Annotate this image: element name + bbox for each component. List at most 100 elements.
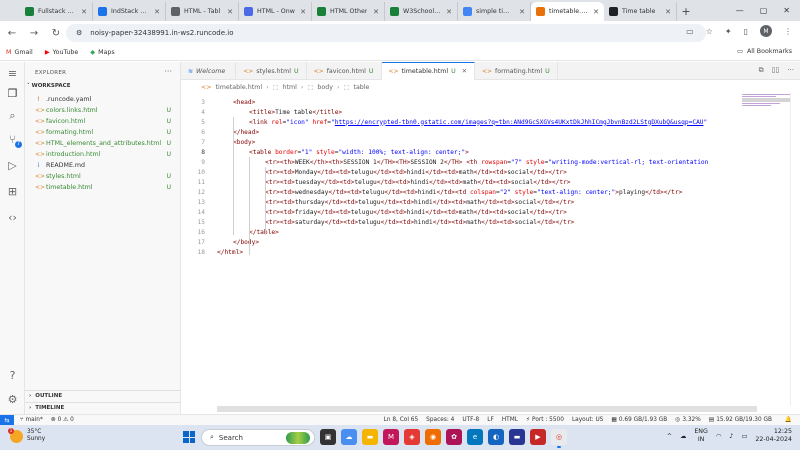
reload-icon[interactable]: ↻	[50, 28, 62, 39]
app-orange-icon[interactable]: ◉	[425, 429, 441, 445]
app-blue-icon[interactable]: ◐	[488, 429, 504, 445]
task-view-icon[interactable]: ▣	[320, 429, 336, 445]
file-tree-item[interactable]: <> timetable.html U	[25, 182, 181, 193]
bookmark-item[interactable]: ▶ YouTube	[45, 49, 78, 56]
breadcrumb-item[interactable]: timetable.html	[216, 84, 263, 91]
source-control-icon[interactable]: ⑂ 7	[5, 132, 22, 148]
code-line[interactable]: 6 </head>	[181, 127, 741, 137]
close-tab-icon[interactable]: ✕	[665, 8, 671, 16]
url-omnibox[interactable]: ⚙ noisy-paper-32438991.in-ws2.runcode.io	[66, 24, 706, 42]
browser-tab[interactable]: simple timet ✕	[458, 2, 531, 21]
indentation[interactable]: Spaces: 4	[426, 417, 454, 423]
file-tree-item[interactable]: ! .runcode.yaml	[25, 94, 181, 105]
close-tab-icon[interactable]: ✕	[373, 8, 379, 16]
chrome-taskbar-icon[interactable]: ◎	[551, 429, 567, 448]
file-tree-item[interactable]: <> styles.html U	[25, 171, 181, 182]
browser-tab[interactable]: HTML - Onw ✕	[239, 2, 312, 21]
compare-icon[interactable]: ⧉	[759, 66, 764, 75]
code-line[interactable]: 3 <head>	[181, 97, 741, 107]
close-tab-icon[interactable]: ✕	[300, 8, 306, 16]
browser-tab[interactable]: IndStack Aca ✕	[93, 2, 166, 21]
code-line[interactable]: 8 <table border="1" style="width: 100%; t…	[181, 147, 741, 157]
code-line[interactable]: 4 <title>Time table</title>	[181, 107, 741, 117]
minimize-button[interactable]: —	[736, 6, 744, 15]
editor-tab[interactable]: <> timetable.html U ✕	[381, 62, 475, 80]
windows-start-icon[interactable]	[183, 431, 195, 443]
close-tab-icon[interactable]: ✕	[154, 8, 160, 16]
workspace-header[interactable]: ˅ WORKSPACE	[27, 83, 70, 89]
branch-indicator[interactable]: ⑂ main*	[20, 417, 43, 423]
outline-section[interactable]: › OUTLINE	[25, 390, 181, 401]
app-dark-icon[interactable]: ▬	[509, 429, 525, 445]
maximize-button[interactable]: ▢	[760, 6, 768, 15]
breadcrumb-item[interactable]: table	[353, 84, 369, 91]
sidepanel-icon[interactable]: ▯	[744, 27, 748, 36]
profile-avatar[interactable]: M	[760, 25, 772, 37]
help-icon[interactable]: ?	[5, 368, 20, 383]
widgets-icon[interactable]: ☁	[341, 429, 357, 445]
editor-tab[interactable]: <> formating.html U	[475, 62, 558, 80]
file-explorer-icon[interactable]: ▬	[362, 429, 378, 445]
browser-tab[interactable]: HTML - Tabl ✕	[166, 2, 239, 21]
breadcrumb-item[interactable]: body	[317, 84, 333, 91]
file-tree-item[interactable]: <> formating.html U	[25, 127, 181, 138]
close-editor-tab-icon[interactable]: ✕	[462, 68, 467, 75]
explorer-files-icon[interactable]: ❐	[5, 86, 20, 101]
remote-indicator-icon[interactable]: ⇆	[0, 414, 14, 426]
code-line[interactable]: 18 </html>	[181, 247, 741, 257]
code-line[interactable]: 7 <body>	[181, 137, 741, 147]
app-play-icon[interactable]: ▶	[530, 429, 546, 445]
menu-kebab-icon[interactable]: ⋮	[784, 27, 792, 36]
browser-tab[interactable]: Time table ✕	[604, 2, 677, 21]
file-tree-item[interactable]: <> colors.links.html U	[25, 105, 181, 116]
install-app-icon[interactable]: ▭	[686, 27, 694, 36]
code-editor[interactable]: 3 <head> 4 <title>Time table</title> 5 <link …	[181, 93, 800, 406]
edge-icon[interactable]: e	[467, 429, 483, 445]
line-ending[interactable]: LF	[487, 417, 494, 423]
extensions-icon[interactable]: ✦	[725, 27, 732, 36]
run-debug-icon[interactable]: ▷	[5, 158, 20, 173]
close-tab-icon[interactable]: ✕	[519, 8, 525, 16]
clock[interactable]: 12:25 22-04-2024	[755, 428, 792, 444]
taskbar-search[interactable]: ⌕ Search	[201, 429, 315, 446]
editor-tab[interactable]: <> styles.html U	[236, 62, 307, 80]
code-line[interactable]: 5 <link rel="icon" href="https://encrypte…	[181, 117, 741, 127]
code-line[interactable]: 17 </body>	[181, 237, 741, 247]
close-tab-icon[interactable]: ✕	[593, 8, 599, 16]
horizontal-scrollbar[interactable]	[217, 406, 757, 412]
bookmark-item[interactable]: M Gmail	[6, 49, 33, 56]
forward-icon[interactable]: →	[28, 28, 40, 39]
site-info-icon[interactable]: ⚙	[76, 29, 82, 37]
notifications-bell-icon[interactable]: 🔔	[785, 417, 792, 423]
wifi-icon[interactable]: ◠	[716, 433, 722, 440]
cursor-position[interactable]: Ln 8, Col 65	[384, 417, 419, 423]
close-tab-icon[interactable]: ✕	[227, 8, 233, 16]
battery-icon[interactable]: ▭	[741, 433, 747, 440]
problems-indicator[interactable]: ⊗ 0 ⚠ 0	[51, 417, 74, 423]
search-icon[interactable]: ⌕	[5, 108, 20, 123]
app-red-icon[interactable]: ◈	[404, 429, 420, 445]
language-indicator[interactable]: ENG IN	[694, 428, 708, 444]
bookmark-item[interactable]: ◆ Maps	[90, 49, 114, 56]
file-tree-item[interactable]: <> introduction.html U	[25, 149, 181, 160]
editor-tab[interactable]: ≋ Welcome	[181, 62, 237, 80]
settings-gear-icon[interactable]: ⚙	[5, 392, 20, 407]
split-editor-icon[interactable]: ▯▯	[772, 66, 780, 75]
cloud-icon[interactable]: ☁	[680, 433, 686, 440]
browser-tab[interactable]: W3Schools T ✕	[385, 2, 458, 21]
timeline-section[interactable]: › TIMELINE	[25, 402, 181, 413]
new-tab-button[interactable]: +	[677, 2, 695, 21]
keyboard-layout[interactable]: Layout: US	[572, 417, 603, 423]
encoding[interactable]: UTF-8	[462, 417, 479, 423]
hamburger-menu-icon[interactable]: ≡	[5, 66, 20, 81]
port-indicator[interactable]: ⚡ Port : 5500	[526, 417, 564, 423]
browser-tab[interactable]: timetable.htr ✕	[531, 2, 604, 21]
app-pink-icon[interactable]: ✿	[446, 429, 462, 445]
editor-more-icon[interactable]: ···	[787, 66, 794, 75]
all-bookmarks-button[interactable]: ▭ All Bookmarks	[737, 48, 792, 55]
file-tree-item[interactable]: <> favicon.html U	[25, 116, 181, 127]
extensions-blocks-icon[interactable]: ⊞	[5, 184, 20, 199]
volume-icon[interactable]: ♪	[729, 433, 733, 440]
bookmark-star-icon[interactable]: ☆	[706, 27, 713, 36]
tray-chevron-icon[interactable]: ^	[667, 433, 672, 440]
